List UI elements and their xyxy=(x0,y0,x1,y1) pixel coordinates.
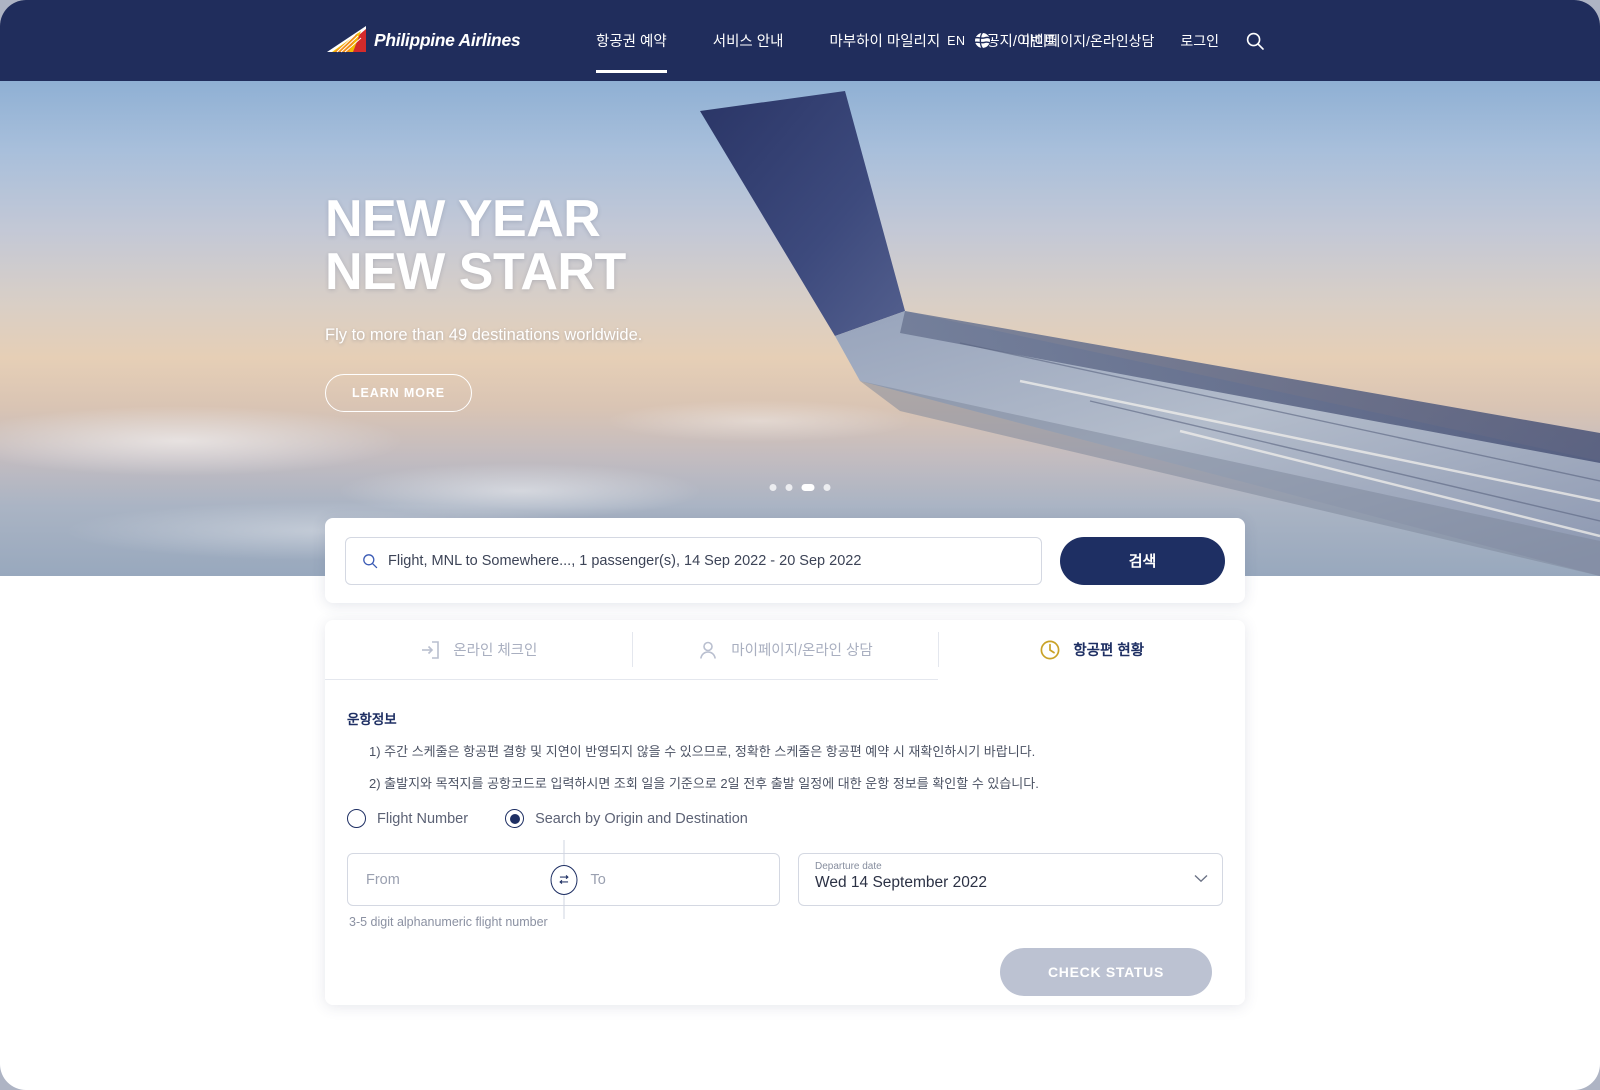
carousel-dot-1[interactable] xyxy=(769,484,777,491)
brand-name: Philippine Airlines xyxy=(374,29,521,50)
notice-list: 1) 주간 스케줄은 항공편 결항 및 지연이 반영되지 않을 수 있으므로, … xyxy=(347,742,1223,793)
from-input[interactable]: From xyxy=(348,854,555,905)
notice-item: 1) 주간 스케줄은 항공편 결항 및 지연이 반영되지 않을 수 있으므로, … xyxy=(369,744,1036,759)
globe-icon xyxy=(973,31,991,50)
carousel-dots xyxy=(769,484,831,491)
philippine-airlines-logo-icon xyxy=(327,26,366,53)
chevron-down-icon xyxy=(1194,874,1208,883)
nav-item-services[interactable]: 서비스 안내 xyxy=(690,0,807,81)
radio-origin-destination[interactable]: Search by Origin and Destination xyxy=(505,809,748,828)
radio-dot-selected xyxy=(505,809,525,828)
tab-label: 마이페이지/온라인 상담 xyxy=(731,643,873,659)
login-link[interactable]: 로그인 xyxy=(1180,31,1219,51)
flight-number-helper-text: 3-5 digit alphanumeric flight number xyxy=(349,915,548,929)
carousel-dot-2[interactable] xyxy=(785,484,793,491)
tab-flight-status[interactable]: 항공편 현황 xyxy=(938,620,1246,680)
tab-mypage-consult[interactable]: 마이페이지/온라인 상담 xyxy=(631,620,939,680)
swap-button[interactable] xyxy=(550,864,577,895)
nav-item-mileage[interactable]: 마부하이 마일리지 xyxy=(806,0,963,81)
search-mode-radio-group: Flight Number Search by Origin and Desti… xyxy=(347,809,1223,828)
hero-banner: NEW YEAR NEW START Fly to more than 49 d… xyxy=(0,81,1600,576)
nav-item-booking[interactable]: 항공권 예약 xyxy=(596,0,690,81)
radio-flight-number[interactable]: Flight Number xyxy=(347,809,468,828)
user-icon xyxy=(700,641,717,659)
clock-icon xyxy=(1040,640,1060,659)
site-header: Philippine Airlines 항공권 예약 서비스 안내 마부하이 마… xyxy=(0,0,1600,81)
carousel-dot-3[interactable] xyxy=(801,484,815,491)
brand-logo[interactable]: Philippine Airlines xyxy=(325,23,521,57)
radio-dot xyxy=(347,809,366,828)
check-in-icon xyxy=(422,640,440,659)
browser-window: Philippine Airlines 항공권 예약 서비스 안내 마부하이 마… xyxy=(0,0,1600,1090)
tab-label: 항공편 현황 xyxy=(1073,643,1145,659)
search-icon xyxy=(363,553,378,568)
search-submit-button[interactable]: 검색 xyxy=(1060,536,1225,585)
search-icon[interactable] xyxy=(1245,31,1265,51)
to-input[interactable]: To xyxy=(555,854,780,905)
tab-label: 온라인 체크인 xyxy=(453,643,538,659)
mypage-link[interactable]: 마이페이지/온라인상담 xyxy=(1022,31,1155,51)
hero-subtitle: Fly to more than 49 destinations worldwi… xyxy=(325,326,643,345)
swap-arrows-icon xyxy=(558,875,569,884)
radio-label: Search by Origin and Destination xyxy=(535,810,748,827)
hero-copy: NEW YEAR NEW START Fly to more than 49 d… xyxy=(325,190,1045,413)
hero-title-line-2: NEW START xyxy=(325,243,626,302)
departure-date-label: Departure date xyxy=(815,861,882,872)
search-card: Flight, MNL to Somewhere..., 1 passenger… xyxy=(325,518,1245,603)
carousel-dot-4[interactable] xyxy=(823,484,831,491)
language-selector[interactable]: EN xyxy=(947,31,992,50)
tab-online-check-in[interactable]: 온라인 체크인 xyxy=(325,620,632,680)
panel-tabs: 온라인 체크인 마이페이지/온라인 상담 항공편 현황 xyxy=(325,620,1246,680)
departure-date-value: Wed 14 September 2022 xyxy=(815,874,988,891)
search-input[interactable]: Flight, MNL to Somewhere..., 1 passenger… xyxy=(345,536,1042,585)
departure-date-field[interactable]: Departure date Wed 14 September 2022 xyxy=(798,853,1223,906)
services-panel: 온라인 체크인 마이페이지/온라인 상담 항공편 현황 운항정보 1) 주간 스… xyxy=(325,620,1246,1005)
check-status-button[interactable]: CHECK STATUS xyxy=(1000,948,1212,996)
panel-body: 운항정보 1) 주간 스케줄은 항공편 결항 및 지연이 반영되지 않을 수 있… xyxy=(325,680,1245,996)
notice-item: 2) 출발지와 목적지를 공항코드로 입력하시면 조회 일을 기준으로 2일 전… xyxy=(369,775,1039,791)
language-label: EN xyxy=(947,33,966,48)
section-title: 운항정보 xyxy=(347,712,397,727)
origin-destination-field: From To xyxy=(347,840,780,919)
flight-search-fields: From To 3-5 digit alphanumeric flight nu… xyxy=(347,840,1223,929)
search-input-value: Flight, MNL to Somewhere..., 1 passenger… xyxy=(388,552,862,569)
learn-more-button[interactable]: LEARN MORE xyxy=(325,374,473,413)
panel-actions: CHECK STATUS xyxy=(347,948,1223,996)
hero-title-line-1: NEW YEAR xyxy=(325,190,601,248)
radio-label: Flight Number xyxy=(377,810,469,827)
utility-navigation: EN 마이페이지/온라인상담 로그인 xyxy=(947,0,1265,81)
